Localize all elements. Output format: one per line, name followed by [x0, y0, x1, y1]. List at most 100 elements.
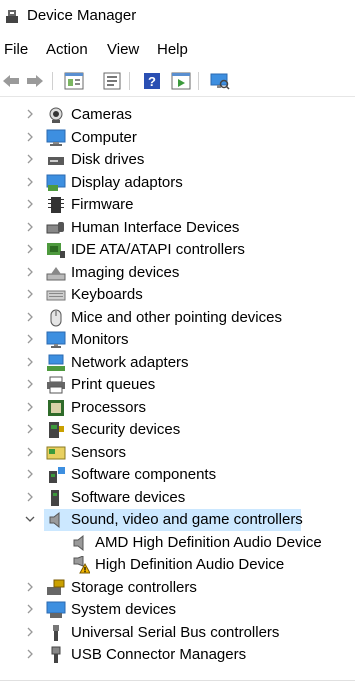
tree-node-label: High Definition Audio Device — [95, 556, 285, 573]
menu-action[interactable]: Action — [46, 41, 88, 58]
tree-node-category[interactable]: IDE ATA/ATAPI controllers — [0, 239, 355, 261]
tree-node-category[interactable]: Keyboards — [0, 284, 355, 306]
chevron-right-icon[interactable] — [24, 446, 36, 458]
chevron-right-icon[interactable] — [24, 311, 36, 323]
tree-node-category[interactable]: Mice and other pointing devices — [0, 307, 355, 329]
scan-hardware-icon[interactable] — [209, 70, 231, 92]
chevron-right-icon[interactable] — [24, 468, 36, 480]
software-device-icon — [46, 489, 66, 507]
tree-node-label: Sensors — [71, 443, 127, 461]
tree-node-category[interactable]: Security devices — [0, 419, 355, 441]
chevron-right-icon[interactable] — [24, 626, 36, 638]
help-icon[interactable]: ? — [141, 70, 163, 92]
forward-icon[interactable] — [24, 70, 46, 92]
bottom-border — [0, 680, 355, 681]
display-adapter-icon — [46, 174, 66, 192]
software-component-icon — [46, 466, 66, 484]
tree-node-category[interactable]: System devices — [0, 599, 355, 621]
properties-icon[interactable] — [63, 70, 85, 92]
tree-node-label: Display adaptors — [71, 173, 183, 191]
chevron-right-icon[interactable] — [24, 423, 36, 435]
chevron-right-icon[interactable] — [24, 266, 36, 278]
usb-connector-icon — [46, 646, 66, 664]
window-title: Device Manager — [27, 7, 137, 24]
computer-icon — [46, 129, 66, 147]
tree-node-label: Processors — [71, 398, 147, 416]
chevron-right-icon[interactable] — [24, 198, 36, 210]
tree-node-label: System devices — [71, 601, 177, 618]
chevron-right-icon[interactable] — [24, 603, 36, 615]
tree-node-label: Disk drives — [71, 151, 145, 168]
tree-node-category[interactable]: Software components — [0, 464, 355, 486]
tree-node-category[interactable]: Processors — [0, 397, 355, 419]
chevron-right-icon[interactable] — [24, 131, 36, 143]
tree-node-category[interactable]: Sound, video and game controllers — [0, 509, 355, 531]
firmware-icon — [46, 196, 66, 214]
menu-help[interactable]: Help — [157, 41, 188, 58]
tree-node-label: Cameras — [71, 106, 132, 123]
tree-node-category[interactable]: Firmware — [0, 194, 355, 216]
menu-file[interactable]: File — [4, 41, 28, 58]
tree-node-category[interactable]: Monitors — [0, 329, 355, 351]
chevron-right-icon[interactable] — [24, 153, 36, 165]
tree-node-device[interactable]: AMD High Definition Audio Device — [0, 532, 355, 554]
device-manager-icon — [6, 10, 18, 23]
chevron-right-icon[interactable] — [24, 176, 36, 188]
tree-node-category[interactable]: Sensors — [0, 442, 355, 464]
tree-node-label: AMD High Definition Audio Device — [95, 533, 322, 551]
chevron-right-icon[interactable] — [24, 243, 36, 255]
chevron-right-icon[interactable] — [24, 221, 36, 233]
monitor-icon — [46, 331, 66, 349]
mouse-icon — [46, 309, 66, 327]
tree-node-category[interactable]: Computer — [0, 127, 355, 149]
chevron-right-icon[interactable] — [24, 401, 36, 413]
chevron-right-icon[interactable] — [24, 581, 36, 593]
tree-node-category[interactable]: Imaging devices — [0, 262, 355, 284]
menu-bar: File Action View Help — [0, 39, 355, 61]
chevron-right-icon[interactable] — [24, 288, 36, 300]
toolbar: ? — [0, 66, 355, 97]
tree-node-category[interactable]: Human Interface Devices — [0, 217, 355, 239]
tree-node-category[interactable]: USB Connector Managers — [0, 644, 355, 666]
speaker-warning-icon — [70, 555, 91, 574]
tree-node-category[interactable]: Print queues — [0, 374, 355, 396]
chevron-right-icon[interactable] — [24, 333, 36, 345]
chevron-right-icon[interactable] — [24, 378, 36, 390]
update-driver-icon[interactable] — [101, 70, 123, 92]
tree-node-label: Monitors — [71, 331, 129, 348]
chevron-right-icon[interactable] — [24, 108, 36, 120]
system-device-icon — [46, 601, 66, 619]
tree-node-label: Universal Serial Bus controllers — [71, 623, 280, 641]
speaker-icon — [46, 511, 66, 529]
keyboard-icon — [46, 286, 66, 304]
run-icon[interactable] — [170, 70, 192, 92]
menu-view[interactable]: View — [107, 41, 139, 58]
chevron-down-icon[interactable] — [24, 513, 36, 525]
tree-node-device[interactable]: High Definition Audio Device — [0, 554, 355, 576]
tree-node-label: Human Interface Devices — [71, 218, 240, 236]
tree-node-category[interactable]: Display adaptors — [0, 172, 355, 194]
toolbar-separator — [198, 72, 199, 90]
tree-node-category[interactable]: Network adapters — [0, 352, 355, 374]
tree-node-category[interactable]: Software devices — [0, 487, 355, 509]
printer-icon — [46, 376, 66, 394]
svg-text:?: ? — [148, 74, 156, 89]
chevron-right-icon[interactable] — [24, 491, 36, 503]
tree-node-category[interactable]: Storage controllers — [0, 577, 355, 599]
chevron-right-icon[interactable] — [24, 356, 36, 368]
sensor-icon — [46, 444, 66, 462]
tree-node-label: Keyboards — [71, 286, 143, 303]
tree-node-label: Software devices — [71, 488, 186, 506]
tree-node-label: Software components — [71, 466, 217, 483]
tree-node-label: IDE ATA/ATAPI controllers — [71, 241, 245, 258]
network-adapter-icon — [46, 354, 66, 372]
back-icon[interactable] — [0, 70, 22, 92]
tree-node-label: Security devices — [71, 421, 181, 438]
tree-node-category[interactable]: Cameras — [0, 104, 355, 126]
tree-node-category[interactable]: Universal Serial Bus controllers — [0, 622, 355, 644]
tree-node-label: Computer — [71, 128, 137, 146]
tree-node-category[interactable]: Disk drives — [0, 149, 355, 171]
chevron-right-icon[interactable] — [24, 648, 36, 660]
storage-controller-icon — [46, 579, 66, 597]
tree-node-label: Sound, video and game controllers — [71, 511, 303, 528]
